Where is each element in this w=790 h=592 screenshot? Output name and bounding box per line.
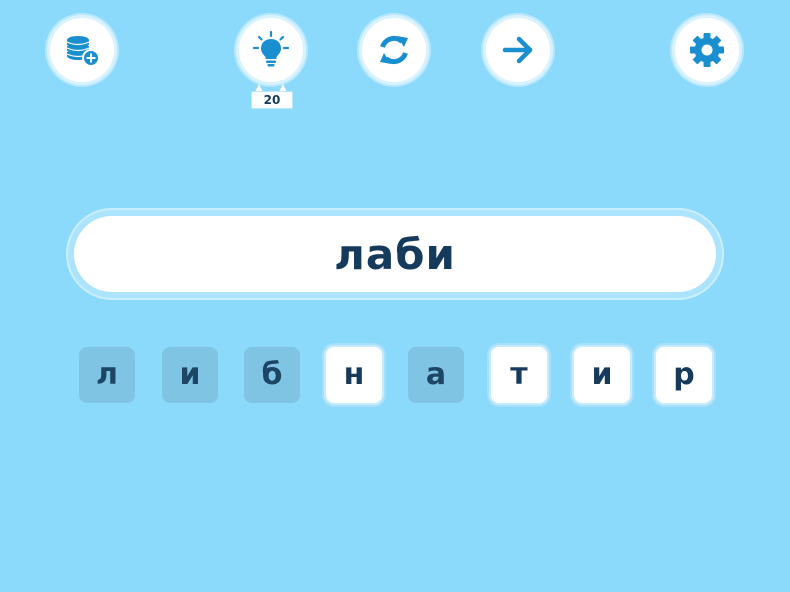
lightbulb-icon: [252, 30, 290, 67]
shuffle-button[interactable]: [362, 18, 426, 82]
hint-count-badge: 20: [251, 91, 293, 109]
answer-field-inner: лаби: [74, 216, 716, 292]
refresh-icon: [380, 35, 408, 65]
letter-tile[interactable]: л: [79, 347, 135, 403]
letter-tile[interactable]: и: [162, 347, 218, 403]
letter-tile[interactable]: т: [491, 347, 547, 403]
letter-tiles: л и б н а т и р: [0, 347, 790, 411]
gear-icon: [690, 33, 724, 67]
letter-tile[interactable]: б: [244, 347, 300, 403]
letter-tile[interactable]: и: [574, 347, 630, 403]
letter-tile[interactable]: а: [408, 347, 464, 403]
buy-coins-button[interactable]: [50, 18, 114, 82]
coins-plus-icon: [66, 36, 100, 67]
letter-tile[interactable]: р: [656, 347, 712, 403]
letter-tile[interactable]: н: [326, 347, 382, 403]
answer-field: лаби: [66, 208, 724, 300]
settings-button[interactable]: [675, 18, 739, 82]
arrow-right-icon: [502, 36, 533, 64]
next-button[interactable]: [486, 18, 550, 82]
hint-button[interactable]: [239, 18, 303, 82]
answer-word: лаби: [334, 229, 456, 279]
